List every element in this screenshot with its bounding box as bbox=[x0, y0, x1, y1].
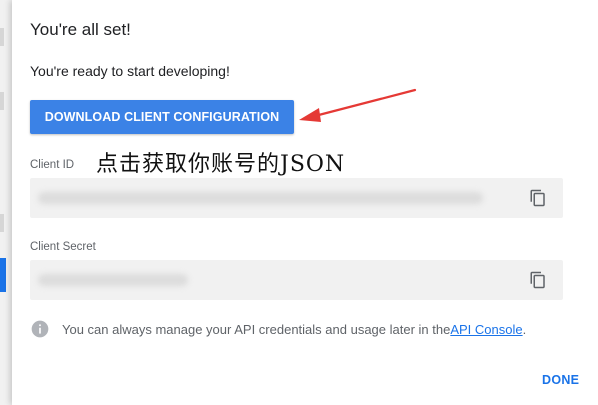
dialog-title: You're all set! bbox=[30, 20, 131, 39]
background-fragment bbox=[0, 214, 4, 232]
client-secret-field[interactable] bbox=[30, 260, 563, 300]
setup-complete-dialog: You're all set! You're ready to start de… bbox=[12, 0, 598, 405]
copy-icon[interactable] bbox=[529, 189, 547, 207]
client-id-field[interactable] bbox=[30, 178, 563, 218]
info-period: . bbox=[522, 321, 527, 337]
download-client-configuration-button[interactable]: DOWNLOAD CLIENT CONFIGURATION bbox=[30, 100, 294, 134]
copy-icon[interactable] bbox=[529, 271, 547, 289]
client-secret-label: Client Secret bbox=[30, 241, 96, 253]
client-id-redacted-value bbox=[38, 192, 483, 204]
annotation-text: 点击获取你账号的JSON bbox=[96, 152, 346, 177]
annotation-arrow-icon bbox=[299, 88, 417, 122]
info-message: You can always manage your API credentia… bbox=[30, 319, 526, 339]
api-console-link[interactable]: API Console bbox=[450, 322, 522, 337]
background-fragment bbox=[0, 92, 4, 110]
dialog-subtitle: You're ready to start developing! bbox=[30, 63, 230, 79]
done-button[interactable]: DONE bbox=[542, 373, 579, 387]
client-secret-redacted-value bbox=[38, 274, 188, 286]
background-fragment bbox=[0, 28, 4, 46]
info-text: You can always manage your API credentia… bbox=[62, 321, 451, 337]
client-id-label: Client ID bbox=[30, 159, 75, 171]
info-icon bbox=[31, 320, 49, 338]
background-fragment bbox=[0, 258, 6, 292]
